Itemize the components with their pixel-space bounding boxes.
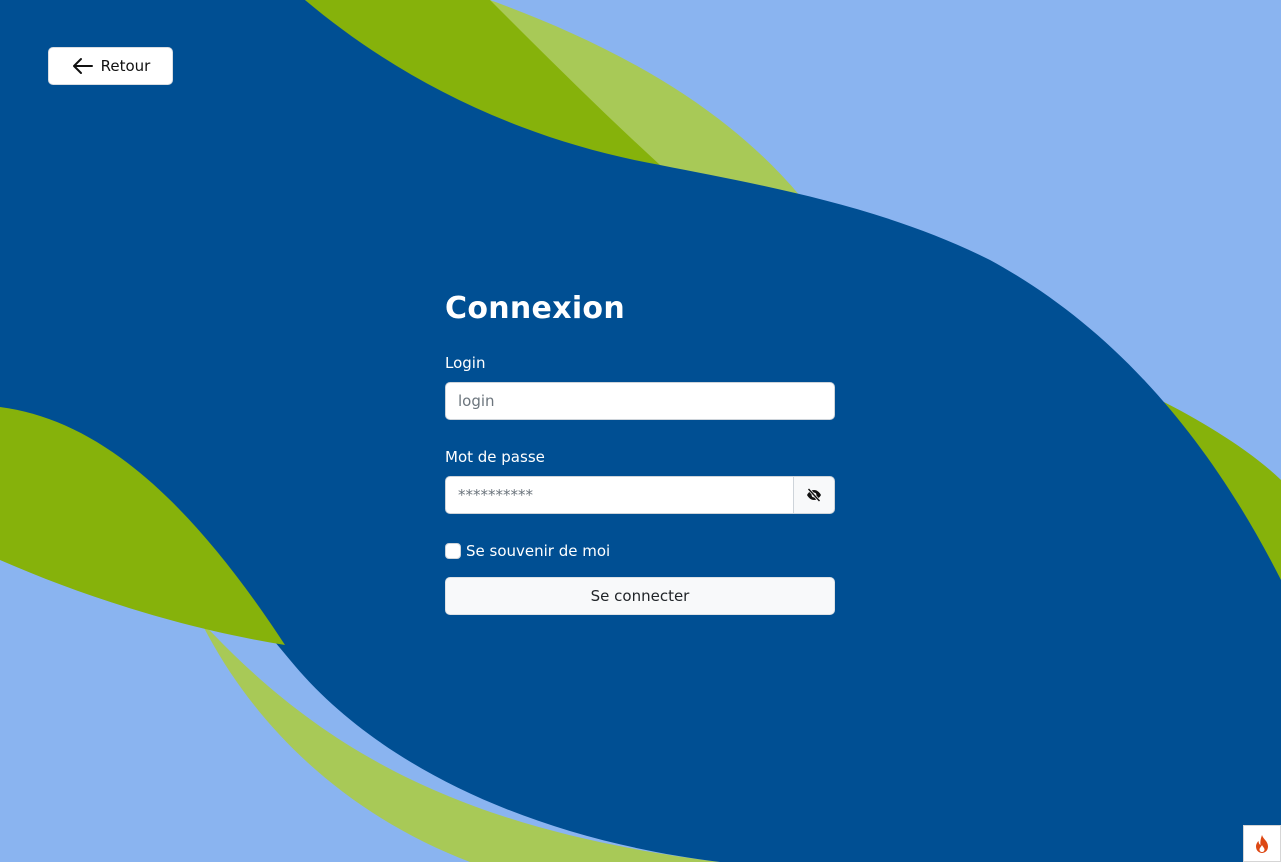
back-button-label: Retour (100, 57, 151, 75)
remember-me-label[interactable]: Se souvenir de moi (466, 542, 610, 560)
login-page: Retour Connexion Login Mot de passe Se s… (0, 0, 1281, 862)
login-form: Connexion Login Mot de passe Se souvenir… (445, 285, 835, 615)
login-input[interactable] (445, 382, 835, 420)
arrow-left-icon (72, 58, 93, 74)
password-group (445, 476, 835, 514)
eye-slash-icon (807, 488, 821, 502)
password-visibility-toggle[interactable] (794, 476, 835, 514)
page-title: Connexion (445, 291, 625, 326)
password-label: Mot de passe (445, 448, 545, 466)
password-input[interactable] (445, 476, 794, 514)
remember-me-row: Se souvenir de moi (445, 541, 835, 561)
debug-toolbar-button[interactable] (1243, 825, 1281, 862)
flame-icon (1256, 834, 1268, 853)
back-button[interactable]: Retour (48, 47, 173, 85)
login-button[interactable]: Se connecter (445, 577, 835, 615)
remember-me-checkbox[interactable] (445, 543, 461, 559)
login-label: Login (445, 354, 486, 372)
